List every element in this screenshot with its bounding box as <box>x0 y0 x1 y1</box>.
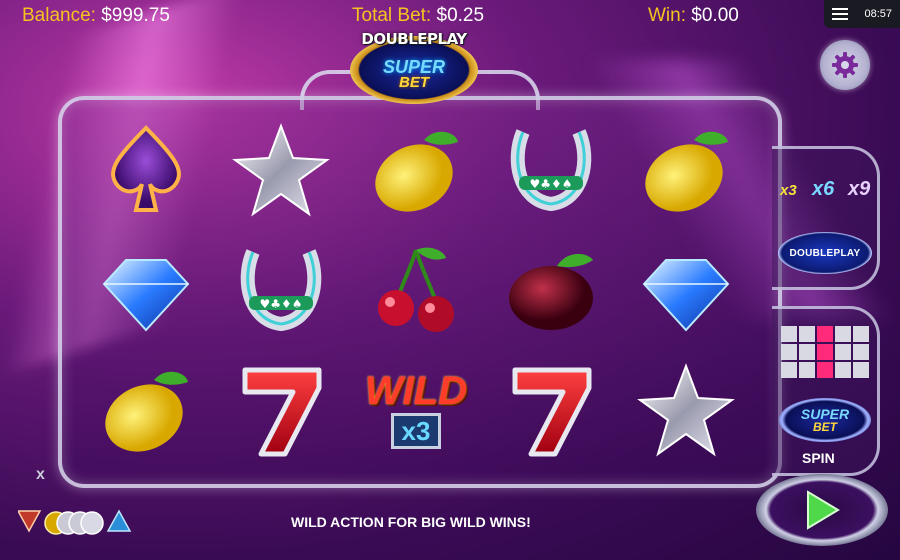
decrease-bet-icon[interactable] <box>16 510 42 533</box>
bet-control <box>16 505 134 539</box>
win-value: $0.00 <box>691 5 739 26</box>
status-box: 08:57 <box>824 0 900 28</box>
lemon-icon <box>104 371 188 452</box>
plum-icon <box>509 253 594 330</box>
spin-button[interactable] <box>756 474 888 546</box>
star-icon <box>637 363 736 457</box>
game-logo: DOUBLEPLAY SUPER BET <box>350 30 478 104</box>
win-label: Win: <box>648 5 686 26</box>
total-bet-display: Total Bet: $0.25 <box>352 5 484 27</box>
total-bet-label: Total Bet: <box>352 5 432 26</box>
reel-cell <box>78 350 213 470</box>
gear-icon <box>832 52 858 78</box>
wild-symbol: WILD x3 <box>365 371 467 449</box>
star-icon <box>231 123 330 217</box>
svg-text:♥♣♦♠: ♥♣♦♠ <box>259 297 302 311</box>
multiplier-x9: x9 <box>848 178 871 200</box>
reel-cell <box>213 110 348 230</box>
horseshoe-icon: ♥♣♦♠ <box>510 129 592 212</box>
close-icon[interactable]: x <box>36 466 45 484</box>
cherry-icon <box>377 247 454 332</box>
balance-label: Balance: <box>22 5 96 26</box>
reel-cell <box>619 110 754 230</box>
reel-cell <box>78 110 213 230</box>
win-display: Win: $0.00 <box>648 5 739 27</box>
paylines-indicator[interactable] <box>781 326 869 378</box>
increase-bet-icon[interactable] <box>106 509 132 532</box>
balance-value: $999.75 <box>101 5 170 26</box>
multiplier-x3: x3 <box>780 182 797 199</box>
settings-button[interactable] <box>820 40 870 90</box>
superbet-button[interactable]: SUPER BET <box>779 398 871 442</box>
lemon-icon <box>375 131 458 212</box>
logo-bet: BET <box>399 74 429 91</box>
reel-cell <box>348 230 483 350</box>
superbet-label-bet: BET <box>813 420 837 434</box>
reel-cell <box>348 110 483 230</box>
menu-icon[interactable] <box>832 8 848 20</box>
reel-cell <box>484 350 619 470</box>
wild-multiplier: x3 <box>390 413 442 449</box>
total-bet-value: $0.25 <box>436 5 485 26</box>
diamond-icon <box>102 259 189 332</box>
horseshoe-icon: ♥♣♦♠ <box>240 249 322 332</box>
tagline: WILD ACTION FOR BIG WILD WINS! <box>291 514 531 530</box>
spin-label: SPIN <box>802 450 835 466</box>
clock: 08:57 <box>864 8 892 20</box>
doubleplay-label: DOUBLEPLAY <box>789 247 861 259</box>
spade-icon <box>110 125 181 212</box>
reel-cell <box>213 350 348 470</box>
doubleplay-button[interactable]: DOUBLEPLAY <box>778 232 872 274</box>
seven-icon <box>242 367 322 457</box>
logo-doubleplay: DOUBLEPLAY <box>361 30 467 48</box>
lemon-icon <box>645 131 729 212</box>
reel-grid: ♥♣♦♠ ♥♣♦♠ WILD x3 <box>78 110 754 470</box>
reel-cell <box>78 230 213 350</box>
reel-cell <box>484 230 619 350</box>
reel-cell: ♥♣♦♠ <box>484 110 619 230</box>
reel-cell <box>619 230 754 350</box>
diamond-icon <box>643 259 730 332</box>
top-bar: Balance: $999.75 Total Bet: $0.25 Win: $… <box>0 0 900 30</box>
reel-cell <box>619 350 754 470</box>
balance-display: Balance: $999.75 <box>22 5 170 27</box>
play-icon <box>807 490 840 530</box>
reel-cell: ♥♣♦♠ <box>213 230 348 350</box>
svg-text:♥♣♦♠: ♥♣♦♠ <box>530 177 573 191</box>
seven-icon <box>512 367 592 457</box>
multiplier-x6: x6 <box>812 178 835 200</box>
wild-word: WILD <box>364 369 468 413</box>
reel-cell: WILD x3 <box>348 350 483 470</box>
coins-icon <box>44 511 104 535</box>
